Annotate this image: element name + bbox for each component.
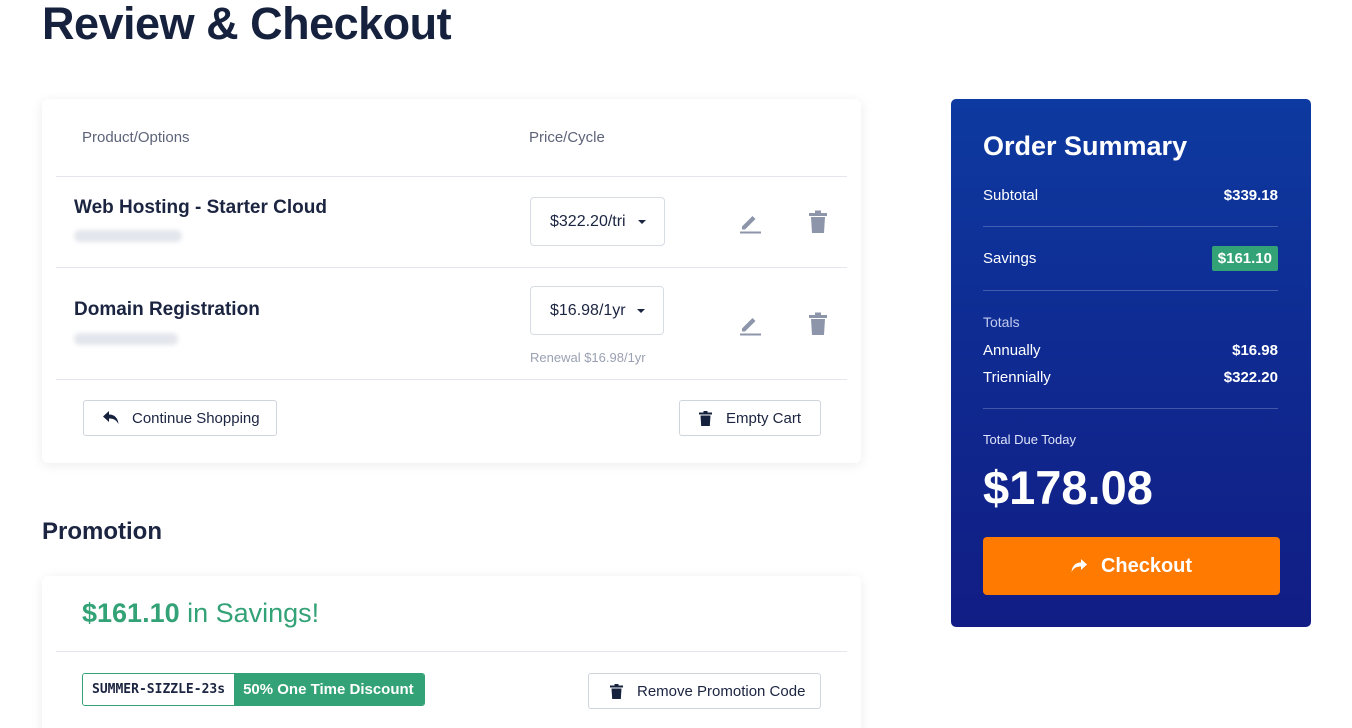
divider — [56, 176, 847, 177]
promo-discount: 50% One Time Discount — [234, 674, 424, 705]
cart-item-name: Domain Registration — [74, 299, 260, 320]
divider — [56, 267, 847, 268]
caret-down-icon — [638, 220, 646, 224]
divider — [983, 226, 1278, 227]
promotion-heading: Promotion — [42, 518, 162, 545]
annually-label: Annually — [983, 341, 1041, 359]
savings-label: Savings — [983, 249, 1037, 267]
savings-text: in Savings! — [179, 598, 320, 628]
totals-label: Totals — [983, 314, 1020, 330]
divider — [983, 290, 1278, 291]
subtotal-label: Subtotal — [983, 186, 1039, 204]
total-due-value: $178.08 — [983, 461, 1153, 514]
trash-icon — [697, 410, 713, 426]
trash-icon — [809, 312, 827, 335]
continue-shopping-label: Continue Shopping — [132, 409, 260, 427]
edit-item-button[interactable] — [737, 209, 763, 235]
divider — [56, 379, 847, 380]
remove-item-button[interactable] — [805, 311, 831, 337]
billing-cycle-value: $322.20/tri — [550, 212, 626, 230]
remove-item-button[interactable] — [805, 209, 831, 235]
total-due-label: Total Due Today — [983, 432, 1076, 447]
savings-row: Savings $161.10 — [983, 244, 1278, 272]
divider — [983, 408, 1278, 409]
promo-code: SUMMER-SIZZLE-23s — [83, 674, 235, 705]
empty-cart-button[interactable]: Empty Cart — [679, 400, 821, 436]
redacted-domain — [74, 333, 178, 345]
cart-card: Product/Options Price/Cycle Web Hosting … — [42, 99, 861, 463]
checkout-button[interactable]: Checkout — [983, 537, 1280, 595]
column-header-price: Price/Cycle — [529, 129, 605, 146]
annually-value: $16.98 — [1232, 341, 1278, 359]
caret-down-icon — [637, 309, 645, 313]
savings-badge: $161.10 — [1211, 245, 1278, 271]
savings-summary: $161.10 in Savings! — [82, 598, 319, 629]
subtotal-value: $339.18 — [1223, 186, 1278, 204]
remove-promotion-button[interactable]: Remove Promotion Code — [588, 673, 821, 709]
cart-item-name: Web Hosting - Starter Cloud — [74, 197, 327, 218]
billing-cycle-select[interactable]: $322.20/tri — [530, 197, 665, 246]
trash-icon — [809, 210, 827, 233]
remove-promotion-label: Remove Promotion Code — [637, 682, 806, 700]
order-summary-title: Order Summary — [983, 131, 1188, 161]
annually-row: Annually $16.98 — [983, 340, 1278, 360]
triennially-label: Triennially — [983, 368, 1051, 386]
continue-shopping-button[interactable]: Continue Shopping — [83, 400, 277, 436]
checkout-label: Checkout — [1100, 554, 1193, 577]
subtotal-row: Subtotal $339.18 — [983, 185, 1278, 205]
triennially-row: Triennially $322.20 — [983, 367, 1278, 387]
page-title: Review & Checkout — [42, 0, 452, 49]
divider — [56, 651, 847, 652]
savings-amount: $161.10 — [82, 598, 180, 628]
trash-icon — [608, 683, 624, 699]
billing-cycle-value: $16.98/1yr — [550, 301, 626, 319]
share-arrow-icon — [1071, 559, 1087, 573]
triennially-value: $322.20 — [1223, 368, 1278, 386]
renewal-price: Renewal $16.98/1yr — [530, 350, 646, 365]
pencil-icon — [740, 318, 761, 336]
promo-code-tag: SUMMER-SIZZLE-23s 50% One Time Discount — [82, 673, 425, 706]
order-summary-panel: Order Summary Subtotal $339.18 Savings $… — [951, 99, 1311, 627]
promotion-card: $161.10 in Savings! SUMMER-SIZZLE-23s 50… — [42, 576, 861, 728]
column-header-product: Product/Options — [82, 129, 190, 146]
pencil-icon — [740, 216, 761, 234]
empty-cart-label: Empty Cart — [726, 409, 802, 427]
edit-item-button[interactable] — [737, 311, 763, 337]
redacted-domain — [74, 230, 182, 242]
billing-cycle-select[interactable]: $16.98/1yr — [530, 286, 664, 335]
reply-arrow-icon — [103, 410, 119, 426]
